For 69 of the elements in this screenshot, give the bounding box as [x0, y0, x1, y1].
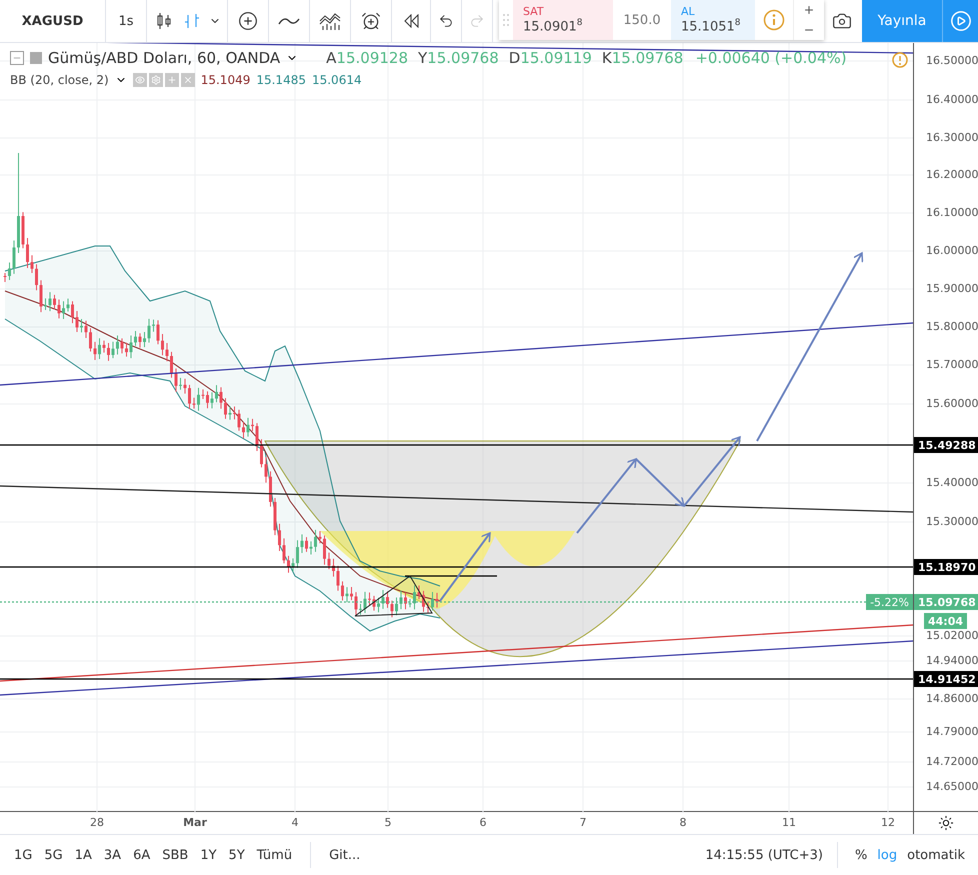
range-button[interactable]: 5G	[40, 846, 67, 864]
price-label: 14.91452	[914, 671, 978, 687]
range-button[interactable]: SBB	[158, 846, 192, 864]
range-button[interactable]: 1Y	[196, 846, 221, 864]
add-icon[interactable]	[236, 9, 260, 33]
time-tick: 12	[881, 816, 895, 829]
time-tick: 8	[680, 816, 686, 829]
range-button[interactable]: Tümü	[252, 846, 296, 864]
ohlc-value: Y15.09768	[418, 49, 499, 67]
interval-button[interactable]: 1s	[114, 10, 138, 32]
time-tick: 4	[292, 816, 298, 829]
color-swatch-icon	[30, 52, 42, 64]
scale-mode-button[interactable]: otomatik	[904, 846, 968, 864]
buy-button[interactable]: AL 15.1051$^{8}$	[671, 0, 755, 40]
quantity-field[interactable]: 150.0	[613, 0, 671, 40]
sell-button[interactable]: SAT 15.0901$^{8}$	[513, 0, 613, 40]
range-button[interactable]: 3A	[100, 846, 126, 864]
price-tick: 15.30000	[926, 515, 978, 528]
goto-button[interactable]: Git...	[325, 846, 364, 864]
change-badge: -5.22%	[866, 594, 913, 610]
time-tick: 6	[480, 816, 486, 829]
projection-arrow	[439, 532, 491, 602]
symbol-name[interactable]: XAGUSD	[22, 14, 84, 28]
price-change: +0.00640 (+0.04%)	[695, 49, 847, 67]
price-tick: 14.94000	[926, 654, 978, 667]
price-tick: 16.50000	[926, 54, 978, 67]
countdown-label: 44:04	[924, 613, 968, 629]
price-tick: 16.20000	[926, 168, 978, 181]
price-tick: 16.30000	[926, 131, 978, 144]
price-tick: 15.90000	[926, 282, 978, 295]
indicator-value: 15.1485	[256, 73, 306, 87]
collapse-icon[interactable]	[10, 51, 24, 65]
indicator-name[interactable]: BB (20, close, 2)	[10, 73, 109, 87]
ohlc-value: D15.09119	[508, 49, 592, 67]
time-tick: 7	[580, 816, 586, 829]
ohlc-value: A15.09128	[326, 49, 408, 67]
play-icon	[950, 10, 972, 32]
alert-icon[interactable]	[892, 52, 908, 68]
price-tick: 16.40000	[926, 93, 978, 106]
range-button[interactable]: 6A	[129, 846, 154, 864]
price-tick: 14.79000	[926, 725, 978, 738]
range-button[interactable]: 5Y	[224, 846, 249, 864]
price-label: 15.49288	[914, 437, 978, 453]
indicator-value: 15.1049	[200, 73, 250, 87]
price-tick: 16.10000	[926, 206, 978, 219]
symbol-title[interactable]: Gümüş/ABD Doları, 60, OANDA	[48, 49, 280, 67]
clock-text: 14:15:55 (UTC+3)	[705, 848, 823, 862]
time-tick: Mar	[183, 816, 207, 829]
scale-mode-button[interactable]: %	[852, 846, 870, 864]
price-tick: 15.70000	[926, 358, 978, 371]
range-button[interactable]: 1G	[10, 846, 36, 864]
ohlc-value: K15.09768	[602, 49, 684, 67]
settings-icon[interactable]	[938, 815, 954, 831]
price-label: 15.09768	[914, 594, 978, 610]
play-button[interactable]	[942, 0, 978, 42]
price-tick: 15.60000	[926, 397, 978, 410]
price-label: 15.18970	[914, 559, 978, 575]
price-tick: 15.40000	[926, 476, 978, 489]
price-tick: 14.86000	[926, 692, 978, 705]
price-tick: 14.65000	[926, 780, 978, 793]
range-button[interactable]: 1A	[70, 846, 96, 864]
time-tick: 28	[90, 816, 104, 829]
price-tick: 15.80000	[926, 320, 978, 333]
time-tick: 11	[782, 816, 796, 829]
time-tick: 5	[384, 816, 392, 829]
price-tick: 16.00000	[926, 244, 978, 257]
price-tick: 14.72000	[926, 755, 978, 768]
price-tick: 15.02000	[926, 629, 978, 642]
indicator-value: 15.0614	[312, 73, 362, 87]
